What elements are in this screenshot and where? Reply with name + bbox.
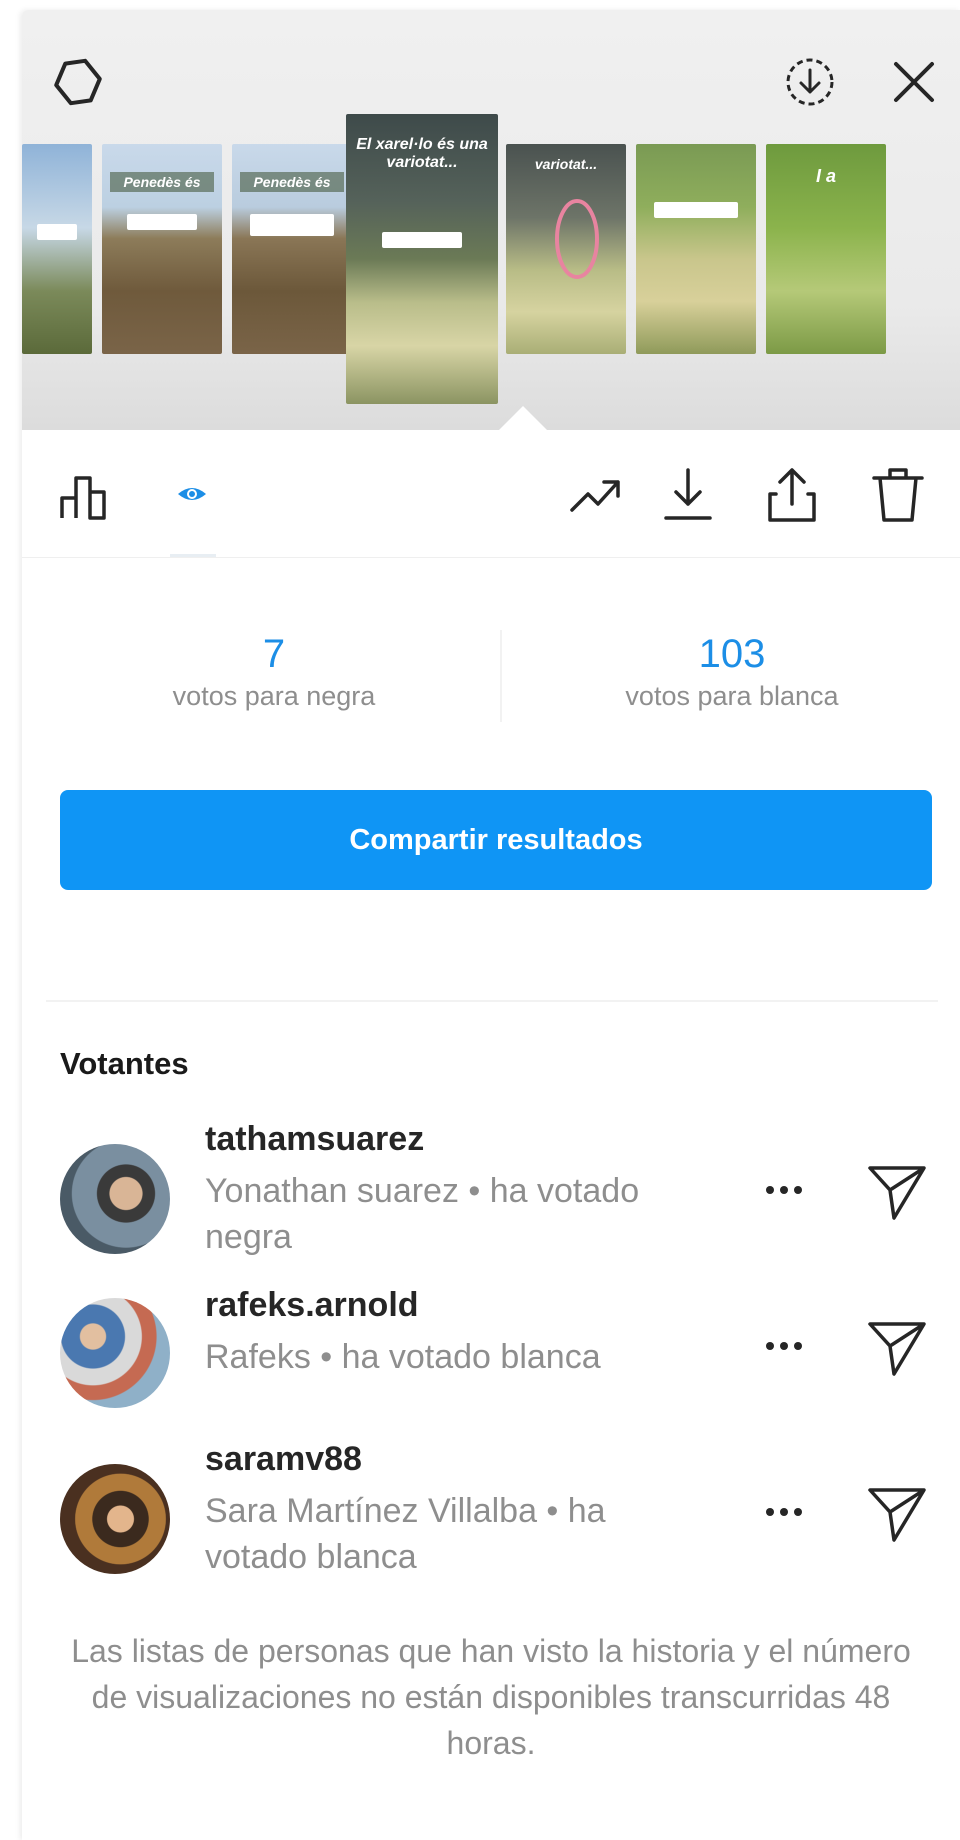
stat-label: votos para blanca: [625, 681, 839, 711]
insights-toolbar: [22, 430, 960, 558]
voters-heading: Votantes: [60, 1046, 189, 1081]
story-strip: Penedès és Penedès és El xarel·lo és una…: [22, 10, 960, 432]
poll-tag: [127, 214, 197, 230]
poll-tag: [654, 202, 738, 218]
download-icon[interactable]: [658, 464, 718, 524]
thumbnail-caption: Penedès és: [240, 172, 344, 192]
thumbnail-caption: I a: [815, 166, 836, 186]
story-thumbnail[interactable]: [22, 144, 92, 354]
close-icon[interactable]: [886, 54, 942, 110]
poll-tag: [250, 214, 334, 236]
poll-tag: [382, 232, 462, 248]
stat-value: 103: [698, 632, 766, 676]
more-options-icon[interactable]: [762, 1180, 806, 1200]
avatar[interactable]: [60, 1298, 170, 1408]
views-expiry-note: Las listas de personas que han visto la …: [71, 1633, 911, 1761]
bar-chart-icon[interactable]: [56, 464, 116, 524]
trash-icon[interactable]: [868, 464, 928, 524]
thumbnail-caption: variotat...: [534, 156, 598, 172]
story-thumbnail-selected[interactable]: El xarel·lo és una variotat...: [346, 114, 498, 404]
send-icon[interactable]: [864, 1480, 930, 1546]
divider: [46, 1000, 938, 1002]
send-icon[interactable]: [864, 1314, 930, 1380]
share-results-button[interactable]: Compartir resultados: [60, 790, 932, 890]
stat-label: votos para negra: [172, 681, 376, 711]
voter-username[interactable]: rafeks.arnold: [205, 1286, 419, 1325]
story-thumbnail[interactable]: Penedès és: [102, 144, 222, 354]
send-icon[interactable]: [864, 1158, 930, 1224]
more-options-icon[interactable]: [762, 1502, 806, 1522]
trending-icon[interactable]: [566, 464, 626, 524]
story-insights-panel: Penedès és Penedès és El xarel·lo és una…: [22, 10, 960, 1840]
stat-value: 7: [262, 632, 286, 676]
thumbnail-caption: Penedès és: [110, 172, 214, 192]
more-options-icon[interactable]: [762, 1336, 806, 1356]
voter-username[interactable]: saramv88: [205, 1440, 362, 1479]
thumbnail-caption: El xarel·lo és una variotat...: [356, 136, 488, 171]
selected-pointer: [497, 406, 549, 432]
poll-tag: [37, 224, 77, 240]
story-thumbnail[interactable]: Penedès és: [232, 144, 352, 354]
settings-icon[interactable]: [50, 54, 106, 110]
download-circle-icon[interactable]: [782, 54, 838, 110]
voter-subline: Yonathan suarez • ha votado negra: [205, 1172, 640, 1256]
eye-icon[interactable]: [162, 464, 222, 524]
stat-negra: 7 votos para negra: [54, 630, 494, 714]
story-thumbnails: Penedès és Penedès és El xarel·lo és una…: [22, 114, 960, 404]
stat-divider: [500, 630, 502, 722]
story-thumbnail[interactable]: variotat...: [506, 144, 626, 354]
poll-results: 7 votos para negra 103 votos para blanca: [22, 630, 960, 750]
stat-blanca: 103 votos para blanca: [512, 630, 952, 714]
voter-subline: Rafeks • ha votado blanca: [205, 1338, 601, 1376]
avatar[interactable]: [60, 1144, 170, 1254]
share-icon[interactable]: [762, 464, 822, 524]
active-tab-indicator: [170, 554, 216, 557]
story-thumbnail[interactable]: [636, 144, 756, 354]
story-thumbnail[interactable]: I a: [766, 144, 886, 354]
circle-annotation: [555, 199, 599, 279]
voter-subline: Sara Martínez Villalba • ha votado blanc…: [205, 1492, 606, 1576]
voter-username[interactable]: tathamsuarez: [205, 1120, 424, 1159]
avatar[interactable]: [60, 1464, 170, 1574]
